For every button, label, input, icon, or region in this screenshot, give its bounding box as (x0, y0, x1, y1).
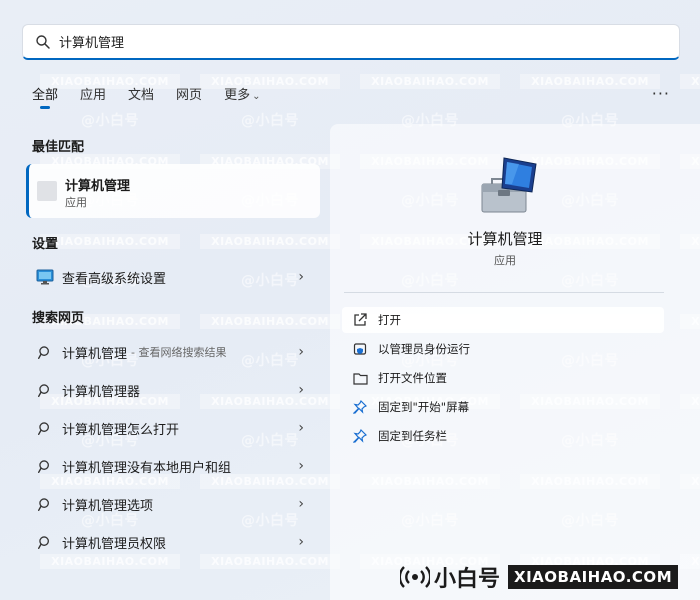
action-open-file-location-label: 打开文件位置 (378, 371, 447, 385)
web-result-label: 计算机管理选项 (62, 498, 154, 514)
best-match-name: 计算机管理 (65, 179, 131, 194)
web-result-label: 计算机管理 (62, 346, 128, 362)
brand-en: XIAOBAIHAO.COM (508, 565, 679, 589)
best-match-card[interactable]: 计算机管理 应用 (26, 164, 320, 218)
web-result-item[interactable]: 计算机管理怎么打开 › (26, 413, 320, 443)
divider (344, 292, 664, 293)
web-result-item[interactable]: 计算机管理 - 查看网络搜索结果 › (26, 337, 320, 367)
web-result-sub: - 查看网络搜索结果 (131, 346, 227, 359)
chevron-right-icon[interactable]: › (298, 269, 304, 285)
settings-item[interactable]: 查看高级系统设置 › (26, 262, 320, 292)
chevron-right-icon[interactable]: › (298, 496, 304, 512)
pin-icon (352, 399, 368, 415)
chevron-right-icon[interactable]: › (298, 420, 304, 436)
search-icon (35, 34, 51, 50)
web-result-item[interactable]: 计算机管理没有本地用户和组 › (26, 451, 320, 481)
search-icon (36, 419, 54, 437)
more-options-icon[interactable]: ··· (652, 84, 670, 103)
detail-title: 计算机管理 (467, 230, 543, 248)
search-icon (36, 343, 54, 361)
best-match-heading: 最佳匹配 (32, 140, 85, 155)
detail-panel: 计算机管理 应用 打开 以管理员身份运行 打开文件位置 固定到"开始"屏幕 固定… (330, 124, 700, 600)
action-open-label: 打开 (378, 313, 401, 327)
broadcast-icon (400, 564, 430, 590)
action-run-as-admin[interactable]: 以管理员身份运行 (342, 336, 664, 362)
web-result-label: 计算机管理员权限 (62, 536, 167, 552)
chevron-right-icon[interactable]: › (298, 534, 304, 550)
shield-icon (352, 341, 368, 357)
tab-documents[interactable]: 文档 (128, 84, 154, 109)
chevron-right-icon[interactable]: › (298, 458, 304, 474)
action-pin-to-taskbar[interactable]: 固定到任务栏 (342, 423, 664, 449)
search-bar[interactable] (22, 24, 680, 60)
filter-tabs: 全部 应用 文档 网页 更多 ⌄ (32, 84, 282, 109)
web-result-label: 计算机管理没有本地用户和组 (62, 460, 232, 476)
action-pin-to-taskbar-label: 固定到任务栏 (378, 429, 447, 443)
tab-more[interactable]: 更多 ⌄ (224, 84, 260, 109)
settings-item-label: 查看高级系统设置 (62, 271, 167, 287)
watermark-tile: @小白号 (241, 113, 299, 129)
search-icon (36, 381, 54, 399)
tab-all[interactable]: 全部 (32, 84, 58, 109)
action-pin-to-start-label: 固定到"开始"屏幕 (378, 400, 470, 414)
search-icon (36, 495, 54, 513)
detail-type: 应用 (494, 254, 516, 267)
tab-web[interactable]: 网页 (176, 84, 202, 109)
action-open[interactable]: 打开 (342, 307, 664, 333)
chevron-right-icon[interactable]: › (298, 382, 304, 398)
search-input[interactable] (59, 34, 639, 49)
action-open-file-location[interactable]: 打开文件位置 (342, 365, 664, 391)
pin-icon (352, 428, 368, 444)
folder-icon (352, 370, 368, 386)
brand-watermark: 小白号 XIAOBAIHAO.COM (400, 562, 679, 592)
web-result-label: 计算机管理怎么打开 (62, 422, 180, 438)
chevron-down-icon: ⌄ (252, 91, 261, 102)
chevron-right-icon[interactable]: › (298, 344, 304, 360)
action-pin-to-start[interactable]: 固定到"开始"屏幕 (342, 394, 664, 420)
watermark-tile: XIAOBAIHAO.COM (360, 70, 500, 89)
open-external-icon (352, 312, 368, 328)
watermark-tile: XIAOBAIHAO.COM (680, 70, 700, 89)
web-result-item[interactable]: 计算机管理员权限 › (26, 527, 320, 557)
best-match-type: 应用 (65, 196, 87, 209)
watermark-tile: @小白号 (81, 113, 139, 129)
watermark-tile: @小白号 (680, 30, 700, 50)
settings-heading: 设置 (32, 237, 59, 252)
action-run-as-admin-label: 以管理员身份运行 (378, 342, 470, 356)
watermark-tile: XIAOBAIHAO.COM (520, 70, 660, 89)
watermark-tile: XIAOBAIHAO.COM (40, 230, 180, 249)
web-result-item[interactable]: 计算机管理选项 › (26, 489, 320, 519)
web-search-heading: 搜索网页 (32, 311, 85, 326)
tab-apps[interactable]: 应用 (80, 84, 106, 109)
computer-management-icon (474, 154, 540, 216)
tab-more-label: 更多 (224, 88, 251, 103)
watermark-tile: XIAOBAIHAO.COM (200, 230, 340, 249)
search-icon (36, 533, 54, 551)
app-icon (37, 181, 57, 201)
system-settings-icon (36, 268, 54, 286)
web-result-label: 计算机管理器 (62, 384, 141, 400)
search-icon (36, 457, 54, 475)
watermark-tile: XIAOBAIHAO.COM (200, 310, 340, 329)
brand-cn: 小白号 (434, 567, 501, 592)
web-result-item[interactable]: 计算机管理器 › (26, 375, 320, 405)
